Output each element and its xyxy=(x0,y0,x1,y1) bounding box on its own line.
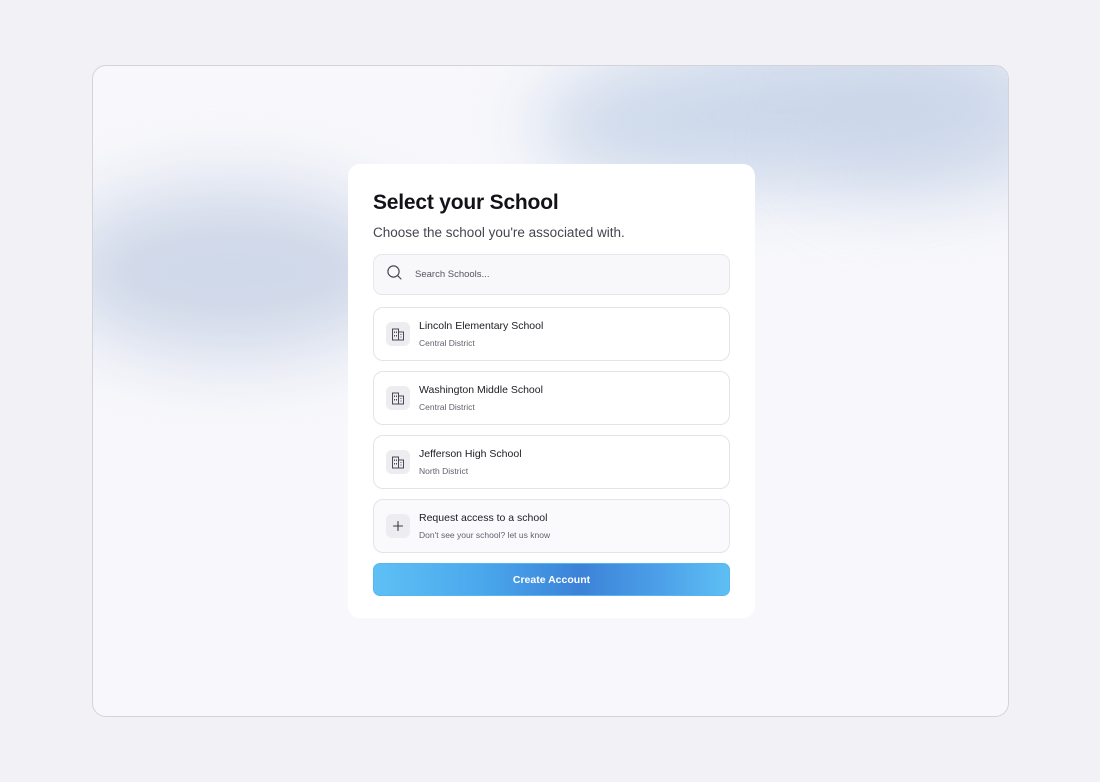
search-input[interactable] xyxy=(415,269,695,280)
request-access-option[interactable]: Request access to a school Don't see you… xyxy=(373,499,730,553)
school-option-jefferson[interactable]: Jefferson High School North District xyxy=(373,435,730,489)
school-list: Lincoln Elementary School Central Distri… xyxy=(373,307,730,553)
school-district: Central District xyxy=(419,338,475,348)
school-name: Jefferson High School xyxy=(419,448,522,460)
school-district: North District xyxy=(419,466,469,476)
school-option-lincoln[interactable]: Lincoln Elementary School Central Distri… xyxy=(373,307,730,361)
search-icon xyxy=(386,264,403,286)
page-title: Select your School xyxy=(373,191,559,214)
building-icon xyxy=(386,450,410,474)
school-name: Lincoln Elementary School xyxy=(419,320,544,332)
request-access-subtitle: Don't see your school? let us know xyxy=(419,530,551,540)
plus-icon xyxy=(386,514,410,538)
request-access-title: Request access to a school xyxy=(419,512,548,524)
building-icon xyxy=(386,386,410,410)
school-option-washington[interactable]: Washington Middle School Central Distric… xyxy=(373,371,730,425)
building-icon xyxy=(386,322,410,346)
school-select-card: Select your School Choose the school you… xyxy=(348,164,755,618)
app-frame: Select your School Choose the school you… xyxy=(92,65,1009,717)
school-name: Washington Middle School xyxy=(419,384,543,396)
school-district: Central District xyxy=(419,402,475,412)
search-box[interactable] xyxy=(373,254,730,295)
create-account-button[interactable]: Create Account xyxy=(373,563,730,596)
page-subtitle: Choose the school you're associated with… xyxy=(373,225,625,240)
